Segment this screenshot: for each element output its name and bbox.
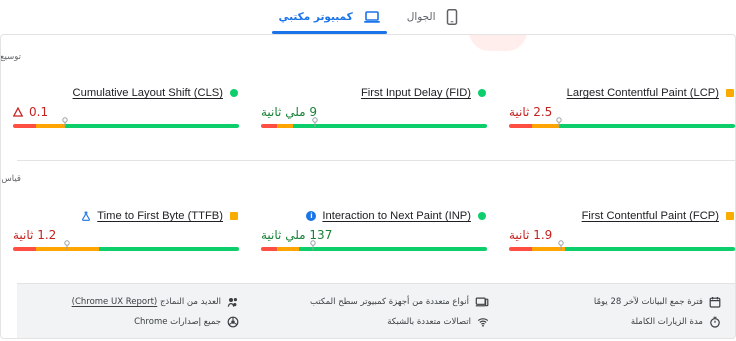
footer-item-collection-period: فترة جمع البيانات لآخر 28 يومًا [594,294,721,310]
device-tabs: الجوال كمبيوتر مكتبي [0,0,736,34]
distribution-bar-cls [13,124,239,128]
percentile-marker-icon [557,240,565,250]
orange-square-icon [229,211,239,221]
metric-head-lcp: Largest Contentful Paint (LCP) [509,84,735,102]
bar-seg-good [64,124,239,128]
devices-icon [475,296,489,308]
decorative-blob [469,35,527,51]
metric-link-ttfb[interactable]: Time to First Byte (TTFB) [97,210,223,222]
metrics-row-core: Largest Contentful Paint (LCP) 2.5 ثانية [13,84,735,146]
metric-head-ttfb: Time to First Byte (TTFB) [13,207,239,225]
footer-item-duration: مدة الزيارات الكاملة [631,314,721,330]
wifi-icon [477,316,489,328]
metric-inp: Interaction to Next Paint (INP) i 137 مل… [261,207,487,269]
metric-value-fcp: 1.9 ثانية [509,228,553,242]
footer-text-collection-period: فترة جمع البيانات لآخر 28 يومًا [593,297,703,307]
footer-item-network: اتصالات متعددة بالشبكة [387,314,489,330]
footer-text-samples: العديد من النماذج (Chrome UX Report) [72,297,221,307]
metric-link-fcp[interactable]: First Contentful Paint (FCP) [582,210,719,222]
bar-seg-poor [509,247,532,251]
metrics-row-other: First Contentful Paint (FCP) 1.9 ثانية I… [13,207,735,269]
percentile-marker-icon [309,240,317,250]
footer-text-network: اتصالات متعددة بالشبكة [387,317,471,327]
metric-fid: First Input Delay (FID) 9 ملي ثانية [261,84,487,146]
percentile-marker-icon [61,117,69,127]
laptop-icon [363,10,381,24]
bar-seg-poor [261,124,277,128]
metric-head-fcp: First Contentful Paint (FCP) [509,207,735,225]
phone-icon [446,9,458,25]
calendar-icon [709,296,721,308]
metric-link-inp[interactable]: Interaction to Next Paint (INP) [322,210,471,222]
percentile-marker-icon [63,240,71,250]
distribution-bar-lcp [509,124,735,128]
section-title-other: قياس مهمة أخرى [1,174,21,184]
tab-mobile-label: الجوال [406,11,436,23]
metric-ttfb: Time to First Byte (TTFB) 1.2 ثانية [13,207,239,269]
footer-text-samples-prefix: العديد من النماذج [159,297,221,307]
metric-value-lcp: 2.5 ثانية [509,105,553,119]
orange-square-icon [725,211,735,221]
green-dot-icon [229,88,239,98]
warning-triangle-icon [13,107,23,117]
flask-icon [81,211,91,221]
bar-seg-poor [13,247,36,251]
distribution-bar-inp [261,247,487,251]
metric-cls: Cumulative Layout Shift (CLS) 0.1 [13,84,239,146]
green-dot-icon [477,88,487,98]
footer-text-devices: أنواع متعددة من أجهزة كمبيوتر سطح المكتب [310,297,469,307]
chrome-icon [227,316,239,328]
bar-seg-good [558,124,735,128]
footer-item-samples: العديد من النماذج (Chrome UX Report) [72,294,239,310]
section-divider [17,160,735,161]
metric-fcp: First Contentful Paint (FCP) 1.9 ثانية [509,207,735,269]
tab-desktop-label: كمبيوتر مكتبي [278,11,353,23]
orange-square-icon [725,88,735,98]
distribution-bar-fcp [509,247,735,251]
tab-mobile[interactable]: الجوال [407,0,458,34]
metrics-card: توسيع العرض Largest Contentful Paint (LC… [0,34,736,339]
bar-seg-needs-improvement [276,124,293,128]
metric-link-lcp[interactable]: Largest Contentful Paint (LCP) [567,87,719,99]
footer-item-chrome-versions: جميع إصدارات Chrome [134,314,239,330]
cls-value-text: 0.1 [29,105,49,119]
metric-value-fid: 9 ملي ثانية [261,105,318,119]
bar-seg-good [299,247,487,251]
chrome-ux-report-link[interactable]: (Chrome UX Report) [72,297,158,307]
tab-desktop[interactable]: كمبيوتر مكتبي [272,0,387,34]
info-icon: i [306,211,317,221]
metric-value-ttfb: 1.2 ثانية [13,228,57,242]
distribution-bar-ttfb [13,247,239,251]
metric-head-inp: Interaction to Next Paint (INP) i [261,207,487,225]
bar-seg-needs-improvement [276,247,300,251]
footer-text-chrome-versions: جميع إصدارات Chrome [134,317,221,327]
metric-value-inp: 137 ملي ثانية [261,228,333,242]
distribution-bar-fid [261,124,487,128]
green-dot-icon [477,211,487,221]
percentile-marker-icon [311,117,319,127]
metric-value-cls: 0.1 [13,104,48,120]
timer-icon [709,316,721,328]
pagespeed-field-data: الجوال كمبيوتر مكتبي توسيع العرض Largest… [0,0,736,341]
bar-seg-poor [509,124,532,128]
bar-seg-good [292,124,487,128]
metric-lcp: Largest Contentful Paint (LCP) 2.5 ثانية [509,84,735,146]
metric-link-cls[interactable]: Cumulative Layout Shift (CLS) [73,87,223,99]
bar-seg-good [98,247,239,251]
metric-head-cls: Cumulative Layout Shift (CLS) [13,84,239,102]
footer-item-devices: أنواع متعددة من أجهزة كمبيوتر سطح المكتب [310,294,489,310]
bar-seg-poor [261,247,277,251]
metric-head-fid: First Input Delay (FID) [261,84,487,102]
section-title-core: توسيع العرض [0,52,21,62]
footer-text-duration: مدة الزيارات الكاملة [630,317,703,327]
metric-link-fid[interactable]: First Input Delay (FID) [361,87,471,99]
users-icon [227,296,239,308]
methodology-footer: فترة جمع البيانات لآخر 28 يومًا أنواع مت… [17,283,735,338]
bar-seg-good [565,247,735,251]
bar-seg-poor [13,124,36,128]
percentile-marker-icon [555,117,563,127]
